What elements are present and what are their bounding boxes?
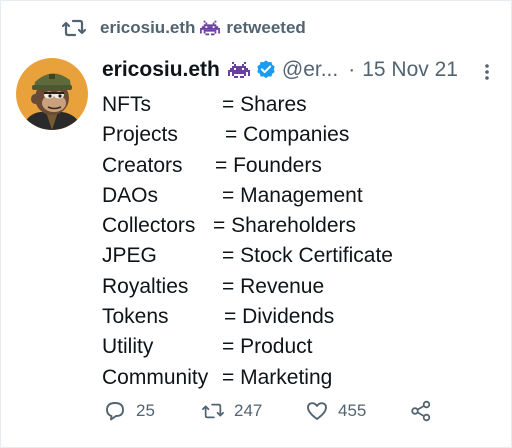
- retweet-count: 247: [234, 401, 263, 420]
- line-term: Projects: [102, 123, 178, 147]
- line-equivalent: = Product: [222, 335, 313, 359]
- line-equivalent: = Shares: [222, 93, 307, 116]
- line-equivalent: = Companies: [225, 123, 350, 147]
- line-equivalent: = Shareholders: [213, 214, 357, 238]
- retweet-action-label: retweeted: [226, 18, 306, 37]
- bored-ape-avatar-image: [16, 58, 88, 130]
- share-icon: [411, 400, 431, 422]
- space-invader-emoji: [200, 20, 221, 36]
- reply-button[interactable]: 25: [104, 400, 155, 422]
- tweet-date[interactable]: 15 Nov 21: [362, 58, 458, 82]
- line-equivalent: = Revenue: [222, 274, 325, 298]
- line-term: DAOs: [102, 183, 159, 207]
- line-term: Royalties: [102, 274, 189, 298]
- vertical-ellipsis-icon[interactable]: [480, 62, 494, 82]
- retweet-icon: [202, 403, 224, 419]
- heart-icon: [307, 402, 327, 420]
- verified-badge-icon: [257, 60, 275, 79]
- header-separator: ·: [348, 58, 356, 81]
- line-term: Creators: [102, 153, 183, 177]
- author-handle[interactable]: @er...: [282, 58, 338, 82]
- line-term: Community: [102, 365, 209, 389]
- space-invader-emoji: [227, 62, 250, 78]
- like-button[interactable]: 455: [306, 400, 366, 422]
- line-equivalent: = Dividends: [224, 305, 335, 329]
- line-equivalent: = Founders: [215, 153, 322, 177]
- retweet-button[interactable]: 247: [202, 400, 262, 422]
- retweeter-name[interactable]: ericosiu.eth: [100, 18, 195, 38]
- line-term: JPEG: [102, 244, 157, 268]
- tweet-header: ericosiu.eth @er... · 15 Nov 21: [102, 58, 458, 82]
- line-term: Utility: [102, 335, 154, 359]
- share-button[interactable]: [410, 400, 432, 422]
- line-term: Collectors: [102, 214, 196, 238]
- line-equivalent: = Stock Certificate: [222, 244, 393, 268]
- author-name[interactable]: ericosiu.eth: [102, 58, 220, 82]
- retweet-context[interactable]: ericosiu.eth retweeted: [62, 18, 306, 38]
- line-equivalent: = Management: [222, 183, 363, 207]
- bored-ape-avatar[interactable]: [16, 58, 88, 130]
- line-equivalent: = Marketing: [222, 365, 333, 389]
- retweet-icon: [62, 19, 86, 37]
- line-term: Tokens: [102, 305, 169, 329]
- reply-icon: [106, 402, 124, 421]
- line-term: NFTs: [102, 93, 151, 116]
- like-count: 455: [338, 401, 367, 420]
- reply-count: 25: [136, 401, 155, 420]
